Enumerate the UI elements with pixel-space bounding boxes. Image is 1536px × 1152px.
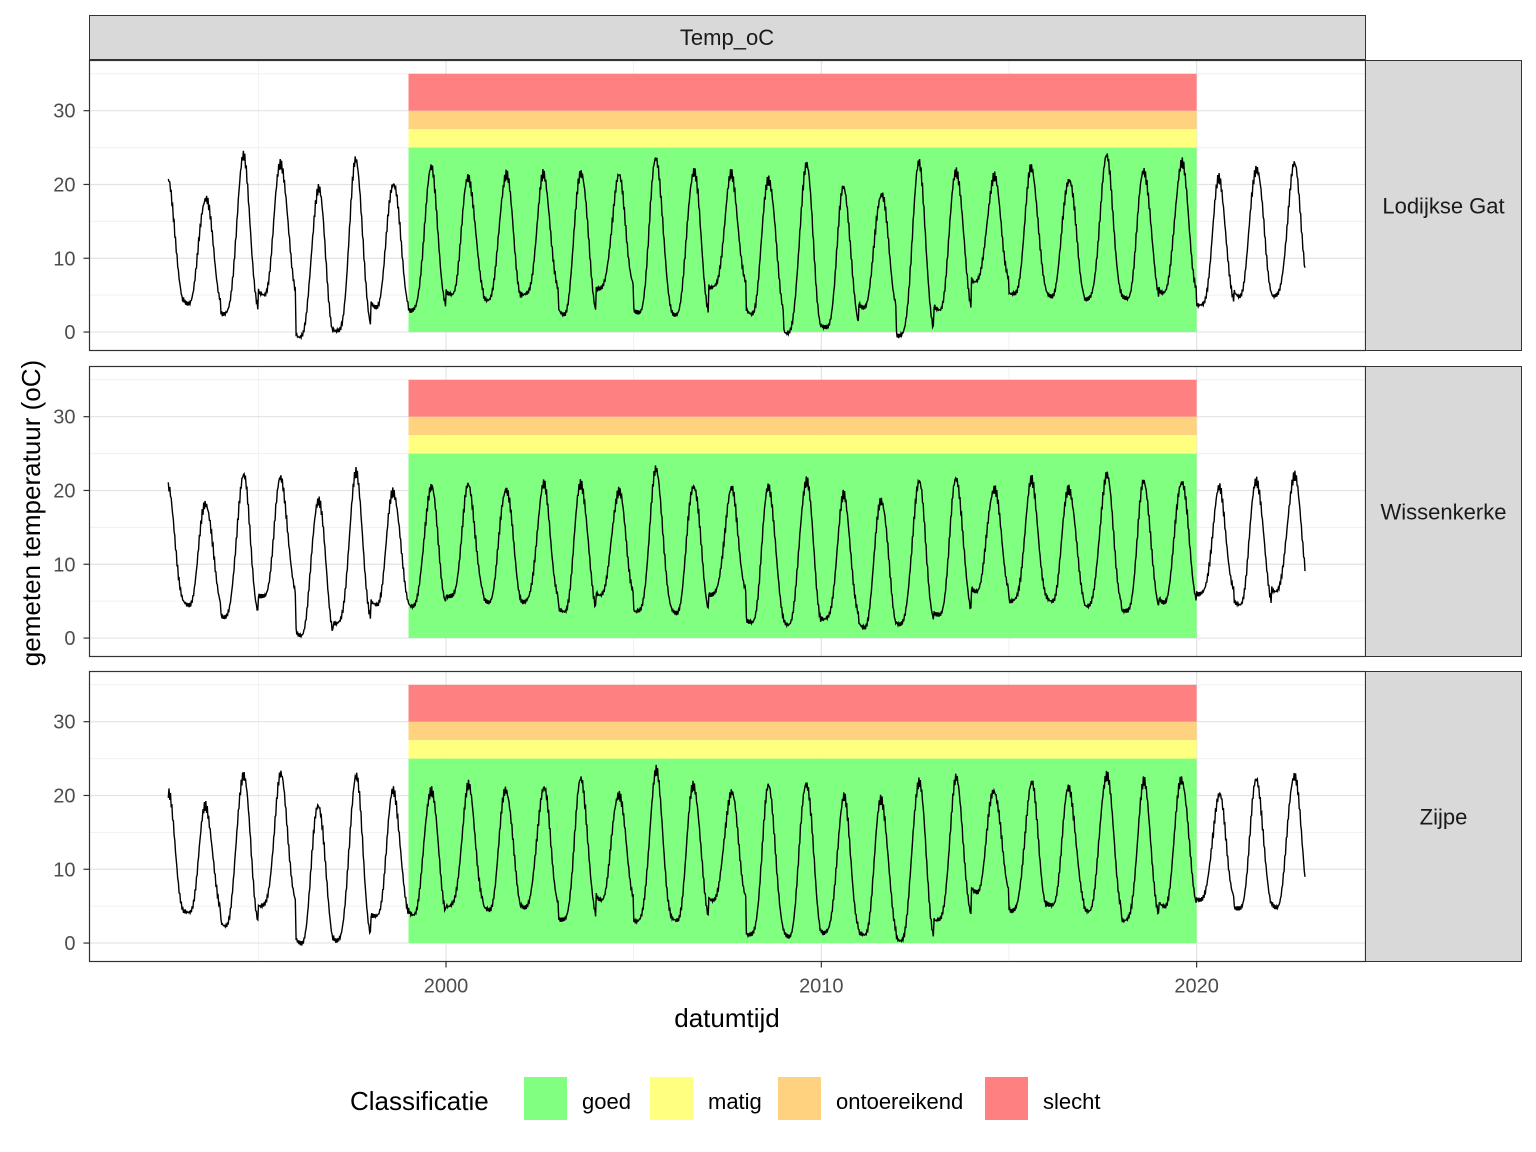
x-tick-label: 2000 [424, 976, 469, 998]
legend-key-matig [650, 1077, 693, 1120]
x-axis: 2000 2010 2020 [424, 961, 1219, 998]
panel-zijpe: Zijpe 0 10 20 30 [53, 670, 1522, 963]
band-matig [408, 129, 1197, 148]
panels-group: Lodijkse Gat0102030Wissenkerke0102030Zij… [53, 59, 1522, 963]
y-tick-label: 30 [53, 101, 75, 123]
band-slecht [408, 73, 1197, 111]
y-axis-title: gemeten temperatuur (oC) [16, 360, 46, 666]
legend-item-goed: goed [524, 1077, 631, 1120]
y-tick-label: 10 [53, 859, 75, 881]
legend-item-ontoereikend: ontoereikend [778, 1077, 963, 1120]
legend-items: goed matig ontoereikend slecht [524, 1077, 1100, 1120]
band-ontoereikend [408, 110, 1197, 130]
band-slecht [408, 379, 1197, 417]
band-goed [408, 147, 1197, 333]
x-tick-label: 2020 [1174, 976, 1219, 998]
y-tick-label: 0 [64, 628, 75, 650]
band-ontoereikend [408, 721, 1197, 741]
legend-title: Classificatie [350, 1086, 489, 1116]
y-tick-label: 0 [64, 322, 75, 344]
legend-key-ontoereikend [778, 1077, 821, 1120]
panel-lodijkse-gat: Lodijkse Gat 0 10 20 30 [53, 59, 1522, 352]
y-tick-label: 0 [64, 933, 75, 955]
panel-wissenkerke: Wissenkerke 0 10 20 30 [53, 365, 1522, 658]
band-matig [408, 740, 1197, 759]
band-goed [408, 453, 1197, 639]
legend-key-slecht [985, 1077, 1028, 1120]
legend-key-goed [524, 1077, 567, 1120]
band-goed [408, 758, 1197, 944]
legend-item-matig: matig [650, 1077, 762, 1120]
x-tick-label: 2010 [799, 976, 844, 998]
legend-label-slecht: slecht [1043, 1089, 1100, 1114]
legend-label-goed: goed [582, 1089, 631, 1114]
band-ontoereikend [408, 416, 1197, 436]
y-tick-label: 10 [53, 248, 75, 270]
band-matig [408, 435, 1197, 454]
facet-row-label: Zijpe [1420, 805, 1468, 830]
facet-column-label: Temp_oC [680, 25, 774, 50]
facet-row-label: Wissenkerke [1381, 500, 1507, 525]
band-slecht [408, 684, 1197, 722]
legend-item-slecht: slecht [985, 1077, 1100, 1120]
y-tick-label: 30 [53, 712, 75, 734]
y-tick-label: 20 [53, 480, 75, 502]
y-tick-label: 30 [53, 407, 75, 429]
x-axis-title: datumtijd [674, 1003, 780, 1033]
y-tick-label: 20 [53, 785, 75, 807]
legend-label-ontoereikend: ontoereikend [836, 1089, 963, 1114]
legend-label-matig: matig [708, 1089, 762, 1114]
y-tick-label: 10 [53, 554, 75, 576]
legend: Classificatie goed matig ontoereikend slech… [350, 1077, 1100, 1120]
facet-row-label: Lodijkse Gat [1382, 194, 1504, 219]
y-tick-label: 20 [53, 174, 75, 196]
faceted-line-chart: Temp_oC Lodijkse Gat 0 10 20 30 Wissenkerke 0 1… [16, 15, 1522, 1120]
